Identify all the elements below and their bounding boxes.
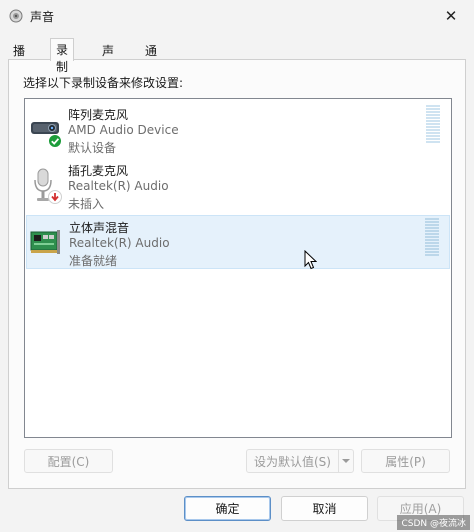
green-check-icon: [48, 134, 62, 148]
watermark: CSDN @夜流冰: [397, 515, 470, 530]
close-button[interactable]: ✕: [428, 0, 474, 32]
device-item-stereo-mix[interactable]: 立体声混音 Realtek(R) Audio 准备就绪: [26, 215, 450, 269]
microphone-icon: [34, 168, 62, 204]
device-driver: AMD Audio Device: [68, 123, 179, 137]
tab-sounds[interactable]: 声音: [97, 40, 119, 75]
level-meter: [425, 218, 439, 256]
device-driver: Realtek(R) Audio: [68, 179, 169, 193]
webcam-microphone-icon: [31, 122, 62, 148]
device-item-array-microphone[interactable]: 阵列麦克风 AMD Audio Device 默认设备: [26, 103, 450, 157]
device-status: 准备就绪: [69, 254, 118, 268]
configure-button[interactable]: 配置(C): [24, 449, 113, 473]
device-status: 默认设备: [68, 141, 117, 155]
red-down-arrow-icon: [48, 190, 62, 204]
device-list[interactable]: 阵列麦克风 AMD Audio Device 默认设备 插孔麦克风 Realte…: [24, 98, 452, 438]
device-name: 阵列麦克风: [68, 108, 129, 122]
device-item-jack-microphone[interactable]: 插孔麦克风 Realtek(R) Audio 未插入: [26, 159, 450, 213]
instruction-text: 选择以下录制设备来修改设置:: [23, 76, 184, 90]
device-name: 插孔麦克风: [68, 164, 129, 178]
device-driver: Realtek(R) Audio: [69, 236, 170, 250]
set-default-dropdown[interactable]: [338, 449, 354, 473]
tab-playback[interactable]: 播放: [8, 40, 30, 75]
tab-recording[interactable]: 录制: [50, 38, 75, 74]
sound-card-icon: [30, 230, 60, 254]
level-meter: [426, 105, 440, 143]
ok-button[interactable]: 确定: [184, 496, 271, 521]
close-icon: ✕: [444, 7, 458, 25]
recording-panel: 选择以下录制设备来修改设置: 阵列麦克风 AMD Audio Device 默认…: [8, 59, 466, 489]
set-default-button[interactable]: 设为默认值(S): [246, 449, 339, 473]
cancel-button[interactable]: 取消: [281, 496, 368, 521]
chevron-down-icon: [342, 459, 350, 463]
window-title: 声音: [30, 10, 55, 24]
properties-button[interactable]: 属性(P): [361, 449, 450, 473]
mouse-cursor-icon: [304, 250, 317, 270]
device-status: 未插入: [68, 197, 105, 211]
title-bar: 声音 ✕: [0, 0, 474, 32]
speaker-icon: [9, 9, 23, 23]
tab-communications[interactable]: 通信: [140, 40, 162, 75]
device-name: 立体声混音: [69, 221, 130, 235]
